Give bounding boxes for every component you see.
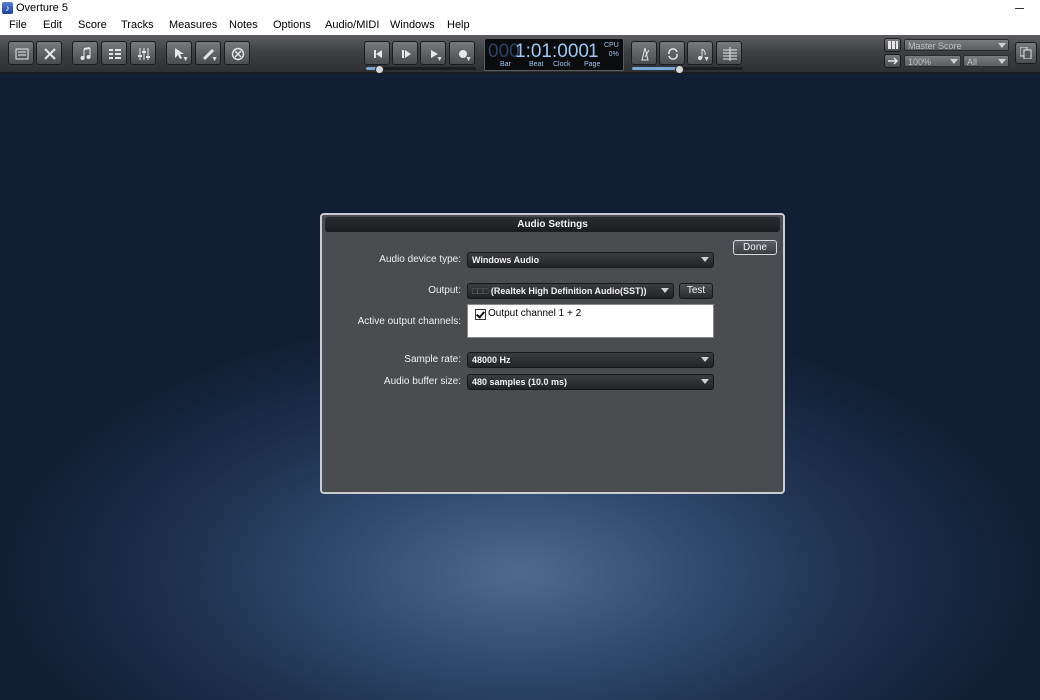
chevron-down-icon: ▼ [703, 56, 710, 63]
volume-slider-fill [632, 67, 679, 70]
menu-help[interactable]: Help [447, 19, 470, 31]
menu-edit[interactable]: Edit [43, 19, 62, 31]
view-select-value: All [967, 57, 978, 67]
chevron-down-icon: ▼ [436, 56, 443, 63]
chevron-down-icon [661, 288, 669, 293]
rewind-button[interactable] [364, 41, 390, 65]
window-title: Overture 5 [16, 2, 68, 14]
page-display: 1 [588, 41, 599, 62]
cpu-meter: CPU 0% [604, 41, 619, 59]
record-button[interactable]: ▼ [449, 41, 475, 65]
app-icon: ♪ [2, 2, 13, 14]
select-tool-button[interactable]: ▼ [166, 41, 192, 65]
metronome-icon [641, 47, 650, 61]
chevron-down-icon [998, 59, 1006, 64]
pages-button[interactable] [1015, 42, 1037, 64]
dialog-title: Audio Settings [325, 217, 780, 232]
chevron-down-icon: ▼ [465, 56, 472, 63]
channels-label: Active output channels: [357, 316, 461, 327]
minimize-button[interactable] [1012, 0, 1028, 16]
mixer-icon [138, 48, 150, 60]
menu-audio-midi[interactable]: Audio/MIDI [325, 19, 379, 31]
arrow-right-icon [888, 57, 898, 65]
score-list-button[interactable] [884, 38, 901, 52]
chevron-down-icon [998, 43, 1006, 48]
step-forward-icon [402, 50, 411, 58]
score-list-icon [888, 41, 898, 49]
score-view-icon [15, 48, 29, 60]
chevron-down-icon [701, 257, 709, 262]
mixer-button[interactable] [130, 41, 156, 65]
menu-notes[interactable]: Notes [229, 19, 258, 31]
menu-bar: File Edit Score Tracks Measures Notes Op… [0, 17, 1040, 36]
menu-measures[interactable]: Measures [169, 19, 217, 31]
view-select[interactable]: All [963, 55, 1009, 67]
score-select[interactable]: Master Score [904, 39, 1009, 51]
score-view-button[interactable] [8, 41, 34, 65]
menu-score[interactable]: Score [78, 19, 107, 31]
device-type-label: Audio device type: [379, 254, 461, 265]
output-label: Output: [428, 285, 461, 296]
play-button[interactable]: ▼ [420, 41, 446, 65]
sample-rate-select[interactable]: 48000 Hz [467, 352, 714, 368]
output-value: (Realtek High Definition Audio(SST)) [490, 286, 647, 296]
go-to-button[interactable] [884, 54, 901, 68]
menu-windows[interactable]: Windows [390, 19, 435, 31]
zoom-select[interactable]: 100% [904, 55, 961, 67]
menu-tracks[interactable]: Tracks [121, 19, 154, 31]
test-button[interactable]: Test [679, 283, 713, 299]
rewind-icon [374, 50, 382, 58]
buffer-size-value: 480 samples (10.0 ms) [472, 377, 568, 387]
pencil-tool-button[interactable]: ▼ [195, 41, 221, 65]
device-type-select[interactable]: Windows Audio [467, 252, 714, 268]
score-select-value: Master Score [908, 41, 962, 51]
device-type-value: Windows Audio [472, 255, 540, 265]
menu-file[interactable]: File [9, 19, 27, 31]
tools-button[interactable] [36, 41, 62, 65]
loop-icon [668, 48, 678, 60]
metronome-button[interactable] [631, 41, 657, 65]
track-list-icon [109, 49, 121, 59]
audio-settings-dialog: Audio Settings Done Audio device type: W… [320, 213, 785, 494]
erase-tool-button[interactable] [224, 41, 250, 65]
page-label: Page [584, 61, 601, 68]
chevron-down-icon [701, 379, 709, 384]
output-channels-list: Output channel 1 + 2 [467, 304, 714, 338]
chevron-down-icon: ▼ [211, 56, 218, 63]
clock-label: Clock [553, 61, 571, 68]
pages-icon [1020, 47, 1032, 59]
output-select[interactable]: □□□ (Realtek High Definition Audio(SST)) [467, 283, 674, 299]
position-display: 1:01:000 [515, 41, 589, 62]
music-note-icon [80, 47, 91, 60]
zoom-select-value: 100% [908, 57, 932, 67]
sample-rate-label: Sample rate: [404, 354, 461, 365]
transport-counter: 000 1:01:000 1 CPU 0% Bar Beat Clock Pag… [484, 38, 624, 71]
chevron-down-icon [701, 357, 709, 362]
cpu-value: 0% [608, 51, 619, 58]
staff-button[interactable] [716, 41, 742, 65]
output-prefix: □□□ [472, 286, 489, 296]
channel-checkbox[interactable] [475, 309, 486, 320]
notes-palette-button[interactable] [72, 41, 98, 65]
buffer-size-label: Audio buffer size: [383, 376, 461, 387]
chevron-down-icon [950, 59, 958, 64]
step-forward-button[interactable] [392, 41, 418, 65]
channel-label[interactable]: Output channel 1 + 2 [488, 308, 581, 319]
cpu-label: CPU [604, 42, 619, 49]
beat-label: Beat [529, 61, 544, 68]
menu-options[interactable]: Options [273, 19, 311, 31]
loop-button[interactable] [659, 41, 685, 65]
sample-rate-value: 48000 Hz [472, 355, 511, 365]
tools-icon [44, 48, 56, 60]
bar-label: Bar [500, 61, 511, 68]
tracks-button[interactable] [101, 41, 127, 65]
staff-icon [723, 47, 737, 61]
chevron-down-icon: ▼ [182, 56, 189, 63]
title-bar: ♪ Overture 5 [0, 0, 1040, 17]
done-button[interactable]: Done [733, 240, 777, 255]
note-input-button[interactable]: ▼ [687, 41, 713, 65]
erase-icon [231, 47, 245, 61]
buffer-size-select[interactable]: 480 samples (10.0 ms) [467, 374, 714, 390]
